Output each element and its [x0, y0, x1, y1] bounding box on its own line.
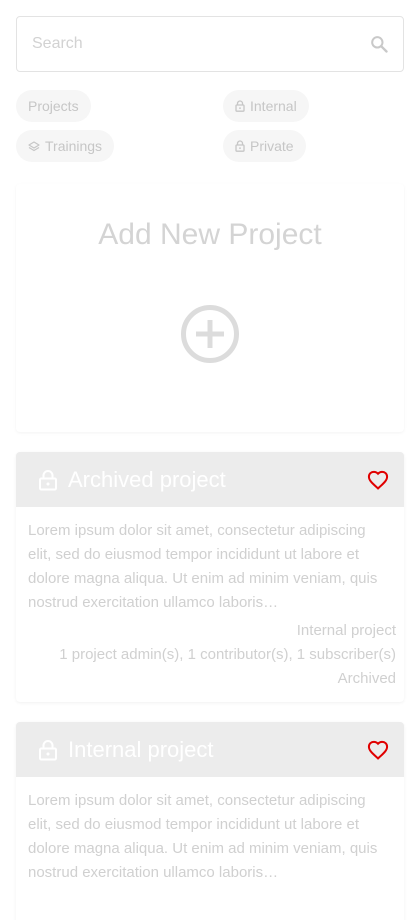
project-card[interactable]: Internal project Lorem ipsum dolor sit a… — [16, 722, 404, 920]
project-description: Lorem ipsum dolor sit amet, consectetur … — [28, 792, 378, 881]
project-members: 1 project admin(s), 1 contributor(s), 1 … — [59, 646, 396, 663]
filter-chip-label: Projects — [28, 98, 79, 114]
project-description: Lorem ipsum dolor sit amet, consectetur … — [28, 522, 378, 611]
project-card[interactable]: Archived project Lorem ipsum dolor sit a… — [16, 452, 404, 702]
project-type: Internal project — [296, 622, 396, 639]
filter-chip-projects[interactable]: Projects — [16, 90, 91, 122]
lock-icon — [235, 140, 245, 152]
search-bar[interactable] — [16, 16, 404, 72]
lock-icon — [235, 100, 245, 112]
add-project-card[interactable]: Add New Project — [16, 184, 404, 432]
project-title[interactable]: Internal project — [68, 737, 366, 763]
layers-icon — [28, 140, 40, 152]
project-title[interactable]: Archived project — [68, 467, 366, 493]
project-list-page: Projects Internal Trainings — [0, 0, 420, 920]
heart-icon[interactable] — [366, 738, 390, 762]
add-project-title: Add New Project — [98, 218, 322, 251]
filter-chip-internal[interactable]: Internal — [223, 90, 309, 122]
lock-icon — [38, 469, 58, 491]
project-card-header: Internal project — [16, 722, 404, 777]
filter-chip-private[interactable]: Private — [223, 130, 306, 162]
project-meta: Internal project 1 project admin(s), 1 c… — [16, 615, 404, 701]
filter-chip-trainings[interactable]: Trainings — [16, 130, 115, 162]
search-icon[interactable] — [369, 34, 389, 54]
project-status: Archived — [337, 670, 396, 687]
filter-chip-label: Trainings — [45, 138, 103, 154]
filter-chip-label: Private — [250, 138, 294, 154]
filter-chip-label: Internal — [250, 98, 297, 114]
lock-icon — [38, 739, 58, 761]
add-circle-icon[interactable] — [180, 304, 240, 369]
search-input[interactable] — [32, 35, 369, 53]
project-card-header: Archived project — [16, 452, 404, 507]
heart-icon[interactable] — [366, 468, 390, 492]
